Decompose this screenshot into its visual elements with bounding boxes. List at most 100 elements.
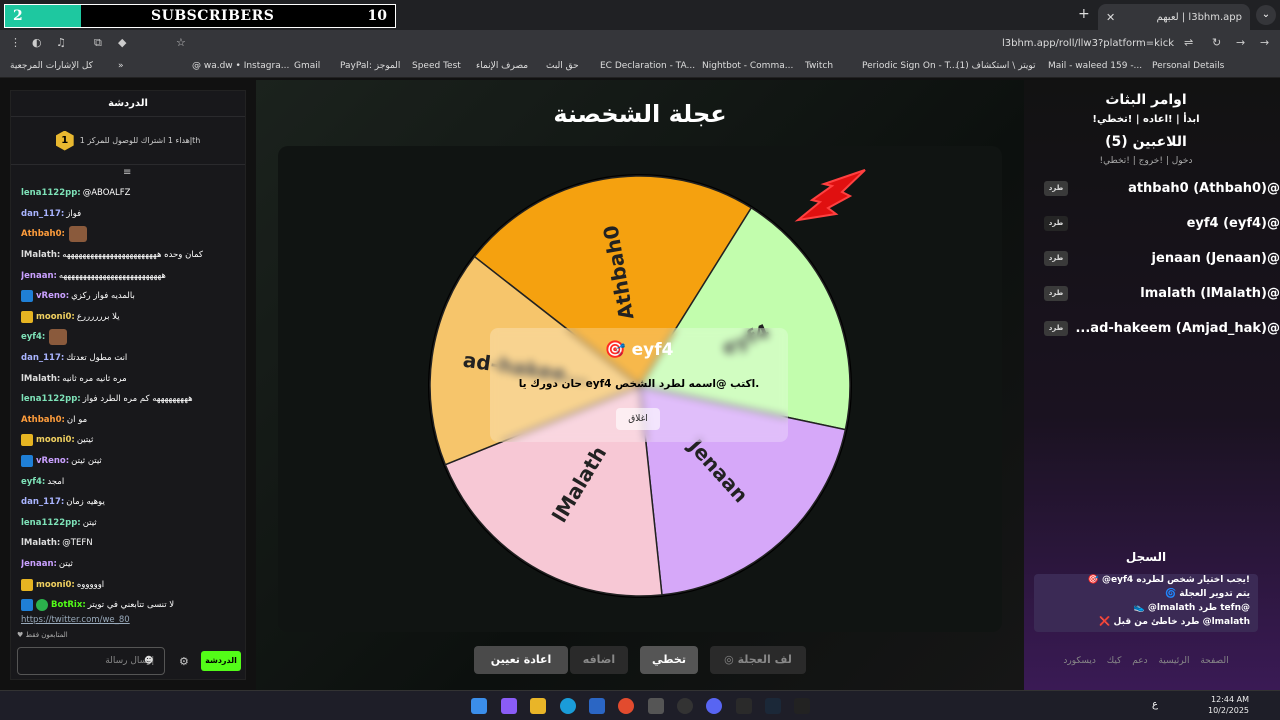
emoji-icon[interactable]: ☻ xyxy=(144,656,153,666)
extension-icon[interactable]: ◐ xyxy=(32,36,42,49)
chat-username[interactable]: mooni0: xyxy=(36,435,75,445)
chat-message: lMalath: مره ثانيه مره ثانيه xyxy=(21,368,243,389)
new-tab-icon[interactable]: + xyxy=(1078,6,1090,22)
kick-button[interactable]: طرد xyxy=(1044,285,1068,301)
chat-username[interactable]: vReno: xyxy=(36,291,69,301)
chat-username[interactable]: Jenaan: xyxy=(21,559,57,569)
app2-icon[interactable] xyxy=(794,698,810,714)
chat-username[interactable]: mooni0: xyxy=(36,580,75,590)
bookmark[interactable]: EC Declaration - TA... xyxy=(600,61,695,71)
pinned-goal[interactable]: 1 إهداء 1 اشتراك للوصول للمركز 1th xyxy=(11,117,245,165)
copilot-icon[interactable] xyxy=(501,698,517,714)
chat-text: بالمديه فواز ركزي xyxy=(71,291,135,302)
chat-message: dan_117: انت مطول تعدتك xyxy=(21,348,243,369)
spin-button[interactable]: ◎ لف العجلة xyxy=(710,646,806,674)
edge-icon[interactable] xyxy=(560,698,576,714)
close-tab-icon[interactable]: ✕ xyxy=(1106,11,1115,24)
bookmark[interactable]: PayPal: الموجز xyxy=(340,61,400,71)
chat-message: mooni0: يلا بررررررع xyxy=(21,307,243,328)
chat-send-button[interactable]: الدردشة xyxy=(201,651,241,671)
chat-username[interactable]: dan_117: xyxy=(21,209,64,219)
clock[interactable]: 12:44 AM 10/2/2025 xyxy=(1208,694,1249,716)
skip-button[interactable]: تخطي xyxy=(640,646,698,674)
bookmark[interactable]: @ wa.dw • Instagra... xyxy=(192,61,289,71)
store-icon[interactable] xyxy=(589,698,605,714)
chat-username[interactable]: Athbah0: xyxy=(21,229,65,239)
chat-message: lena1122pp: ثيتن xyxy=(21,513,243,534)
footer-links[interactable]: الصفحة الرئيسية دعم كيك ديسكورد xyxy=(1024,656,1268,666)
modal-close-button[interactable]: اغلاق xyxy=(616,408,660,430)
start-icon[interactable] xyxy=(471,698,487,714)
commands-heading: اوامر البثاث xyxy=(1105,92,1187,108)
turn-modal: 🎯 eyf4 حان دورك يا eyf4 اكتب @اسمه لطرد … xyxy=(490,328,788,442)
star-icon[interactable]: ☆ xyxy=(176,36,186,49)
menu-icon[interactable]: ⋮ xyxy=(10,36,21,49)
chat-text: ههههههههههههههههههههههههههه xyxy=(58,270,166,281)
obs-icon[interactable] xyxy=(677,698,693,714)
language-indicator[interactable]: ع xyxy=(1152,699,1158,710)
bookmark[interactable]: Gmail xyxy=(294,61,320,71)
chat-username[interactable]: BotRix: xyxy=(51,600,86,610)
back-icon[interactable]: → xyxy=(1260,36,1269,49)
rank-badge: 1 xyxy=(55,130,74,151)
bookmark[interactable]: Periodic Sign On - T... xyxy=(862,61,958,71)
add-button[interactable]: اضافه xyxy=(570,646,628,674)
media-icon[interactable]: ♫ xyxy=(56,36,66,49)
chat-username[interactable]: dan_117: xyxy=(21,353,64,363)
explorer-icon[interactable] xyxy=(530,698,546,714)
chat-username[interactable]: vReno: xyxy=(36,456,69,466)
app-icon[interactable] xyxy=(648,698,664,714)
chat-username[interactable]: lMalath: xyxy=(21,374,60,384)
bookmark[interactable]: Personal Details xyxy=(1152,61,1224,71)
badge-icon xyxy=(21,290,33,303)
steam-icon[interactable] xyxy=(765,698,781,714)
bookmark[interactable]: (1) تويتر \ استكشاف xyxy=(956,61,1036,71)
reset-button[interactable]: اعادة تعيين xyxy=(474,646,568,674)
chrome-icon[interactable] xyxy=(618,698,634,714)
bookmark[interactable]: Mail - waleed 159 -... xyxy=(1048,61,1142,71)
terminal-icon[interactable] xyxy=(736,698,752,714)
bookmark[interactable]: Twitch xyxy=(805,61,833,71)
chat-link[interactable]: https://twitter.com/we_80 xyxy=(21,609,243,630)
chat-username[interactable]: lena1122pp: xyxy=(21,394,81,404)
chat-username[interactable]: dan_117: xyxy=(21,497,64,507)
puzzle-icon[interactable]: ⧉ xyxy=(94,36,102,50)
reload-icon[interactable]: ↻ xyxy=(1212,36,1221,49)
chat-username[interactable]: lena1122pp: xyxy=(21,188,81,198)
chat-input[interactable]: ☻ إرسال رسالة xyxy=(17,647,165,675)
chat-username[interactable]: lena1122pp: xyxy=(21,518,81,528)
tab-active[interactable]: ✕ لعبهم | l3bhm.app xyxy=(1098,4,1250,30)
all-bookmarks[interactable]: كل الإشارات المرجعية xyxy=(10,61,93,71)
modal-title: 🎯 eyf4 xyxy=(604,340,674,360)
chat-username[interactable]: Athbah0: xyxy=(21,415,65,425)
bookmarks-bar: كل الإشارات المرجعية » Personal Details … xyxy=(0,56,1280,78)
chat-username[interactable]: mooni0: xyxy=(36,312,75,322)
chevron-icon[interactable]: » xyxy=(118,61,124,71)
chat-username[interactable]: lMalath: xyxy=(21,538,60,548)
forward-icon[interactable]: → xyxy=(1236,36,1245,49)
bookmark[interactable]: حق البث xyxy=(546,61,579,71)
discord-icon[interactable] xyxy=(706,698,722,714)
kick-button[interactable]: طرد xyxy=(1044,320,1068,336)
bookmark[interactable]: Nightbot - Comma... xyxy=(702,61,793,71)
shield-icon[interactable]: ◆ xyxy=(118,36,126,49)
bookmark[interactable]: Speed Test xyxy=(412,61,461,71)
url-field[interactable]: l3bhm.app/roll/llw3?platform=kick xyxy=(1002,38,1174,49)
chat-message: lMalath: كمان وحده هههههههههههههههههههههه… xyxy=(21,245,243,266)
chat-username[interactable]: eyf4: xyxy=(21,332,45,342)
tab-search-icon[interactable]: ⌄ xyxy=(1256,5,1276,25)
chat-username[interactable]: eyf4: xyxy=(21,477,45,487)
site-settings-icon[interactable]: ⇌ xyxy=(1184,36,1193,49)
filter-icon[interactable]: ≡ xyxy=(123,167,131,178)
chat-text: هههههههههه كم مره الطرد فواز xyxy=(82,394,193,405)
bookmark[interactable]: مصرف الإنماء xyxy=(476,61,528,71)
kick-button[interactable]: طرد xyxy=(1044,180,1068,196)
gear-icon[interactable]: ⚙ xyxy=(179,655,189,668)
chat-text: ثيتن xyxy=(58,558,73,569)
chat-username[interactable]: Jenaan: xyxy=(21,271,57,281)
wheel-title: عجلة الشخصنة xyxy=(553,100,727,128)
kick-button[interactable]: طرد xyxy=(1044,215,1068,231)
chat-text: @TEFN xyxy=(62,538,93,549)
kick-button[interactable]: طرد xyxy=(1044,250,1068,266)
chat-username[interactable]: lMalath: xyxy=(21,250,60,260)
